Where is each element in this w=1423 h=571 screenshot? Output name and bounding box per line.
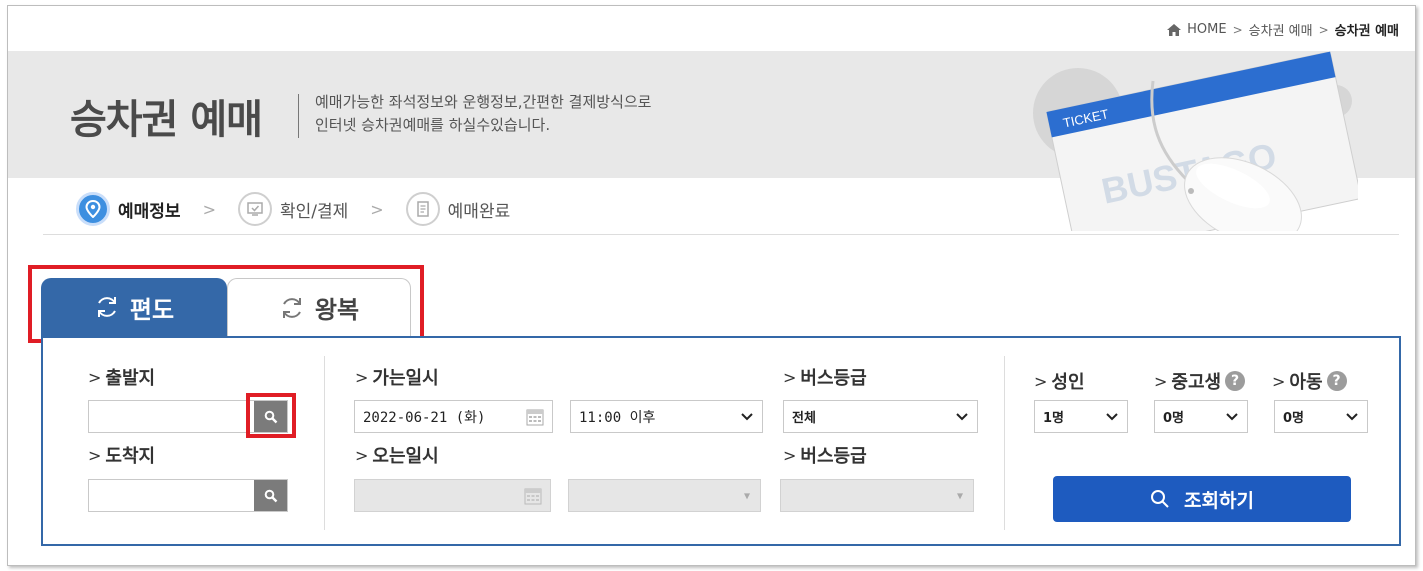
return-date-label-text: 오는일시 xyxy=(372,446,439,467)
column-divider xyxy=(324,356,325,530)
chevron-right-icon: > xyxy=(1154,371,1168,391)
chevron-right-icon: > xyxy=(1318,22,1329,37)
go-date-label-text: 가는일시 xyxy=(372,368,439,389)
search-icon xyxy=(1151,490,1169,508)
chevron-right-icon: > xyxy=(1034,371,1048,391)
monitor-check-icon xyxy=(237,192,272,226)
banner-desc-line2: 인터넷 승차권예매를 하실수있습니다. xyxy=(315,116,551,134)
student-count-value: 0명 xyxy=(1163,411,1185,426)
home-icon[interactable] xyxy=(1167,23,1182,36)
departure-label: > 출발지 xyxy=(88,364,155,390)
chevron-right-icon: > xyxy=(1272,371,1286,391)
go-grade-label: > 버스등급 xyxy=(783,364,867,390)
chevron-down-icon xyxy=(1106,413,1118,421)
child-count-value: 0명 xyxy=(1283,411,1305,426)
step-label: 확인/결제 xyxy=(279,201,349,222)
document-icon xyxy=(405,192,440,226)
chevron-right-icon: > xyxy=(355,445,369,465)
adult-count-select[interactable]: 1명 xyxy=(1034,400,1128,433)
breadcrumb-section[interactable]: 승차권 예매 xyxy=(1249,20,1313,39)
step-label: 예매정보 xyxy=(118,201,181,222)
student-count-select[interactable]: 0명 xyxy=(1154,400,1248,433)
adult-count-value: 1명 xyxy=(1043,411,1065,426)
student-label-text: 중고생 xyxy=(1171,372,1222,393)
return-grade-select: ▼ xyxy=(780,479,974,512)
go-grade-select[interactable]: 전체 xyxy=(783,400,978,433)
chevron-right-icon: > xyxy=(355,367,369,387)
steps-divider xyxy=(43,234,1399,235)
return-time-select: ▼ xyxy=(568,479,761,512)
calendar-icon[interactable] xyxy=(526,408,544,426)
go-grade-value: 전체 xyxy=(792,411,816,426)
child-count-select[interactable]: 0명 xyxy=(1274,400,1368,433)
banner-desc-line1: 예매가능한 좌석정보와 운행정보,간편한 결제방식으로 xyxy=(315,93,652,111)
adult-label-text: 성인 xyxy=(1051,372,1085,393)
arrival-search-button[interactable] xyxy=(254,480,287,511)
adult-label: > 성인 xyxy=(1034,368,1085,394)
search-schedule-button[interactable]: 조회하기 xyxy=(1053,476,1351,522)
arrival-label: > 도착지 xyxy=(88,442,155,468)
student-label: > 중고생? xyxy=(1154,368,1246,394)
chevron-right-icon: > xyxy=(370,199,384,219)
search-highlight-box xyxy=(246,393,296,438)
tab-highlight-box xyxy=(28,265,424,343)
go-time-value: 11:00 이후 xyxy=(579,409,656,426)
help-icon[interactable]: ? xyxy=(1326,371,1347,391)
page-frame: HOME > 승차권 예매 > 승차권 예매 승차권 예매 예매가능한 좌석정보… xyxy=(7,5,1416,566)
banner-description: 예매가능한 좌석정보와 운행정보,간편한 결제방식으로 인터넷 승차권예매를 하… xyxy=(315,91,651,137)
return-grade-label: > 버스등급 xyxy=(783,442,867,468)
chevron-right-icon: > xyxy=(1232,22,1243,37)
return-date-picker xyxy=(354,479,551,512)
go-date-picker[interactable]: 2022-06-21 (화) xyxy=(354,400,553,433)
location-pin-icon xyxy=(76,192,110,226)
step-complete: 예매완료 xyxy=(405,192,511,226)
chevron-right-icon: > xyxy=(88,445,102,465)
departure-label-text: 출발지 xyxy=(105,368,156,389)
calendar-icon xyxy=(524,488,542,505)
breadcrumb: HOME > 승차권 예매 > 승차권 예매 xyxy=(1167,20,1399,39)
return-grade-label-text: 버스등급 xyxy=(800,446,867,467)
chevron-down-icon xyxy=(956,413,968,421)
go-date-label: > 가는일시 xyxy=(355,364,439,390)
chevron-right-icon: > xyxy=(88,367,102,387)
chevron-down-icon xyxy=(741,413,753,421)
child-label: > 아동? xyxy=(1272,368,1347,394)
step-confirm-payment: 확인/결제 xyxy=(237,192,349,226)
booking-steps: 예매정보 > 확인/결제 > 예매완료 xyxy=(76,192,510,226)
help-icon[interactable]: ? xyxy=(1225,371,1246,391)
chevron-right-icon: > xyxy=(783,367,797,387)
go-grade-label-text: 버스등급 xyxy=(800,368,867,389)
page-banner: 승차권 예매 예매가능한 좌석정보와 운행정보,간편한 결제방식으로 인터넷 승… xyxy=(8,51,1415,231)
chevron-down-icon xyxy=(1346,413,1358,421)
return-date-label: > 오는일시 xyxy=(355,442,439,468)
arrival-label-text: 도착지 xyxy=(105,446,156,467)
search-button-label: 조회하기 xyxy=(1184,489,1254,512)
banner-divider xyxy=(298,94,299,138)
chevron-down-icon: ▼ xyxy=(743,491,750,502)
go-date-value: 2022-06-21 (화) xyxy=(363,409,486,426)
search-form-panel: > 출발지 > 도착지 > 가는일시 2022-06-21 (화) 11:00 이후 … xyxy=(41,336,1401,546)
step-booking-info: 예매정보 xyxy=(76,192,181,226)
breadcrumb-current: 승차권 예매 xyxy=(1334,24,1399,39)
go-time-select[interactable]: 11:00 이후 xyxy=(570,400,763,433)
breadcrumb-home[interactable]: HOME xyxy=(1187,22,1226,37)
child-label-text: 아동 xyxy=(1289,372,1323,393)
search-icon xyxy=(264,489,277,502)
ticket-mouse-illustration: TICKET BUSTAGO xyxy=(1033,51,1358,231)
chevron-right-icon: > xyxy=(783,445,797,465)
step-label: 예매완료 xyxy=(447,201,511,222)
chevron-down-icon: ▼ xyxy=(956,491,963,502)
page-title: 승차권 예매 xyxy=(70,97,263,143)
chevron-down-icon xyxy=(1226,413,1238,421)
chevron-right-icon: > xyxy=(202,199,216,219)
column-divider xyxy=(1004,356,1005,530)
